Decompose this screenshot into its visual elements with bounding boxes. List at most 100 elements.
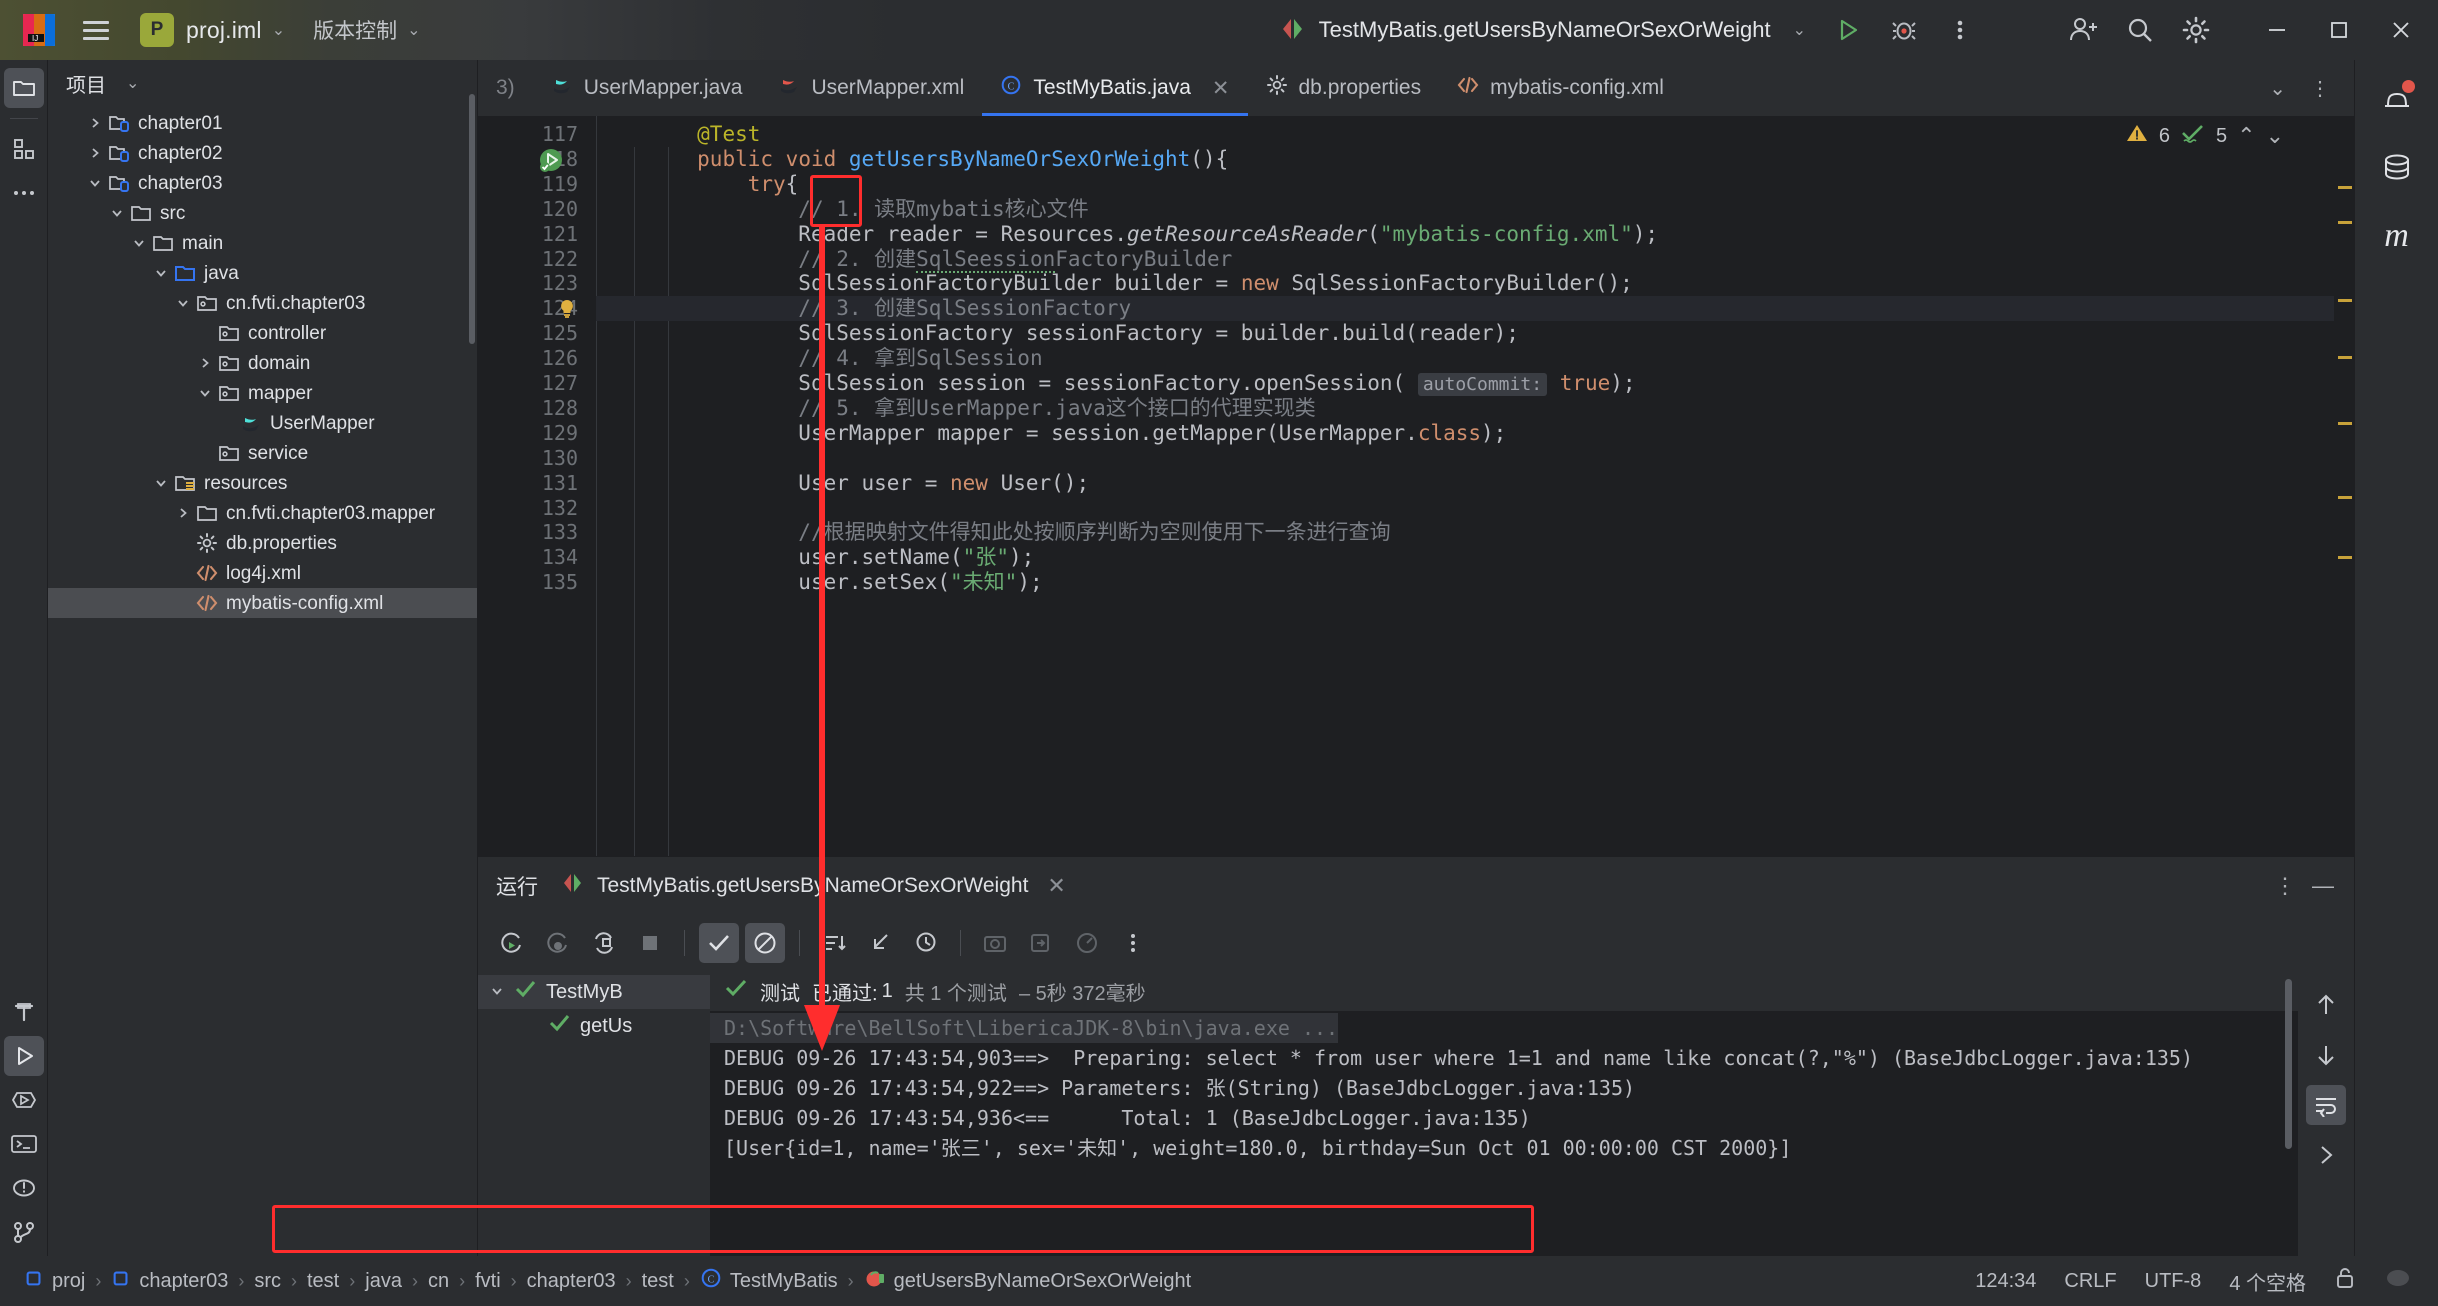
tree-node[interactable]: log4j.xml xyxy=(48,558,477,588)
breadcrumb[interactable]: proj › chapter03 › src › test › java › cn › fvti › cha… xyxy=(16,1267,1199,1295)
maximize-button[interactable] xyxy=(2308,2,2370,58)
database-tool-window-icon[interactable] xyxy=(2371,142,2423,194)
read-only-lock-icon[interactable] xyxy=(2334,1266,2356,1296)
test-history-button[interactable] xyxy=(906,923,946,963)
caret-position-indicator[interactable]: 124:34 xyxy=(1975,1270,2036,1293)
breadcrumb-item[interactable]: test xyxy=(299,1270,347,1293)
close-button[interactable] xyxy=(2370,2,2432,58)
debug-tool-window-icon[interactable] xyxy=(4,1080,44,1120)
project-panel-chevron-down-icon[interactable]: ⌄ xyxy=(126,73,139,93)
project-tool-window-icon[interactable] xyxy=(3,68,44,108)
rerun-failed-button[interactable] xyxy=(538,923,578,963)
project-tree-scrollbar[interactable] xyxy=(469,94,475,344)
memory-indicator[interactable] xyxy=(2384,1265,2412,1297)
line-separator-indicator[interactable]: CRLF xyxy=(2064,1270,2116,1293)
error-stripe-markers[interactable] xyxy=(2334,116,2354,856)
export-screenshot-button[interactable] xyxy=(975,923,1015,963)
code-editor[interactable]: 6 5 ⌃ ⌄ 11711811912012112212312412512612… xyxy=(478,116,2354,856)
tree-expand-arrow-icon[interactable] xyxy=(84,176,106,190)
test-results-tree[interactable]: TestMyB getUs xyxy=(478,971,710,1256)
breadcrumb-item[interactable]: java xyxy=(357,1270,410,1293)
notifications-bell-icon[interactable] xyxy=(2371,74,2423,126)
run-button[interactable] xyxy=(1824,6,1872,54)
tabs-more-actions-icon[interactable]: ⋮ xyxy=(2300,76,2340,101)
tree-node[interactable]: resources xyxy=(48,468,477,498)
scroll-up-icon[interactable] xyxy=(2306,985,2346,1025)
tree-node[interactable]: controller xyxy=(48,318,477,348)
breadcrumb-item[interactable]: test xyxy=(634,1270,682,1293)
rerun-button[interactable] xyxy=(492,923,532,963)
console-scrollbar[interactable] xyxy=(2285,979,2292,1149)
editor-tab[interactable]: db.properties xyxy=(1248,60,1440,116)
tree-expand-arrow-icon[interactable] xyxy=(150,266,172,280)
project-name-label[interactable]: proj.iml xyxy=(186,17,262,44)
soft-wrap-icon[interactable] xyxy=(2306,1085,2346,1125)
tree-expand-arrow-icon[interactable] xyxy=(128,236,150,250)
run-tab-close-icon[interactable]: ✕ xyxy=(1047,873,1065,899)
tree-node[interactable]: db.properties xyxy=(48,528,477,558)
stop-button[interactable] xyxy=(630,923,670,963)
tree-node[interactable]: main xyxy=(48,228,477,258)
tree-node[interactable]: mapper xyxy=(48,378,477,408)
breadcrumb-item[interactable]: cn xyxy=(420,1270,457,1293)
version-control-tool-window-icon[interactable] xyxy=(4,1212,44,1252)
tree-expand-arrow-icon[interactable] xyxy=(172,296,194,310)
tree-expand-arrow-icon[interactable] xyxy=(84,146,106,160)
breadcrumb-item[interactable]: getUsersByNameOrSexOrWeight xyxy=(856,1267,1200,1295)
run-configuration-selector[interactable]: TestMyBatis.getUsersByNameOrSexOrWeight … xyxy=(1279,16,1806,44)
tree-node[interactable]: cn.fvti.chapter03.mapper xyxy=(48,498,477,528)
tree-node[interactable]: src xyxy=(48,198,477,228)
tree-node[interactable]: service xyxy=(48,438,477,468)
terminal-tool-window-icon[interactable] xyxy=(4,1124,44,1164)
breadcrumb-item[interactable]: chapter03 xyxy=(103,1268,236,1294)
error-stripe-mark[interactable] xyxy=(2338,299,2352,302)
more-tool-windows-icon[interactable] xyxy=(4,173,44,213)
run-console[interactable]: 测试 已通过: 1 共 1 个测试 – 5秒 372毫秒 D:\Software… xyxy=(710,971,2354,1256)
editor-tab[interactable]: mybatis-config.xml xyxy=(1439,60,1682,116)
error-stripe-mark[interactable] xyxy=(2338,186,2352,189)
tree-node[interactable]: cn.fvti.chapter03 xyxy=(48,288,477,318)
build-hammer-icon[interactable] xyxy=(4,992,44,1032)
run-panel-hide-icon[interactable]: — xyxy=(2312,873,2334,899)
expand-console-icon[interactable] xyxy=(2306,1135,2346,1175)
editor-tab[interactable]: UserMapper.xml xyxy=(760,60,982,116)
search-icon[interactable] xyxy=(2116,6,2164,54)
test-tree-expand-arrow-icon[interactable] xyxy=(490,981,504,1004)
test-coverage-button[interactable] xyxy=(1067,923,1107,963)
tree-expand-arrow-icon[interactable] xyxy=(106,206,128,220)
editor-tab[interactable]: C TestMyBatis.java ✕ xyxy=(982,60,1248,116)
breadcrumb-item[interactable]: src xyxy=(246,1270,289,1293)
tabs-list-chevron-down-icon[interactable]: ⌄ xyxy=(2259,76,2296,101)
import-tests-button[interactable] xyxy=(1021,923,1061,963)
run-panel-options-icon[interactable]: ⋮ xyxy=(2274,873,2296,899)
vcs-chevron-down-icon[interactable]: ⌄ xyxy=(407,20,420,40)
next-problem-icon[interactable]: ⌄ xyxy=(2266,123,2284,149)
tree-node[interactable]: chapter02 xyxy=(48,138,477,168)
gutter-run-test-icon[interactable] xyxy=(536,145,566,180)
breadcrumb-item[interactable]: fvti xyxy=(467,1270,509,1293)
tree-node[interactable]: chapter01 xyxy=(48,108,477,138)
tree-expand-arrow-icon[interactable] xyxy=(172,506,194,520)
test-tree-node[interactable]: TestMyB xyxy=(478,975,710,1009)
breadcrumb-item[interactable]: proj xyxy=(16,1268,93,1294)
editor-gutter[interactable]: 1171181191201211221231241251261271281291… xyxy=(478,116,596,856)
inspection-widget[interactable]: 6 5 ⌃ ⌄ xyxy=(2125,122,2284,150)
tree-expand-arrow-icon[interactable] xyxy=(84,116,106,130)
indent-indicator[interactable]: 4 个空格 xyxy=(2229,1267,2306,1296)
settings-gear-icon[interactable] xyxy=(2172,6,2220,54)
tab-close-icon[interactable]: ✕ xyxy=(1212,76,1230,101)
show-passed-button[interactable] xyxy=(699,923,739,963)
breadcrumb-item[interactable]: C TestMyBatis xyxy=(692,1267,846,1295)
more-actions-button[interactable] xyxy=(1936,6,1984,54)
breadcrumb-item[interactable]: chapter03 xyxy=(519,1270,624,1293)
project-tree[interactable]: chapter01 chapter02 chapter03 src main java… xyxy=(48,106,477,1256)
tree-expand-arrow-icon[interactable] xyxy=(194,356,216,370)
error-stripe-mark[interactable] xyxy=(2338,221,2352,224)
error-stripe-mark[interactable] xyxy=(2338,422,2352,425)
tree-node[interactable]: domain xyxy=(48,348,477,378)
structure-tool-window-icon[interactable] xyxy=(4,129,44,169)
main-menu-button[interactable] xyxy=(74,8,118,52)
tree-node[interactable]: mybatis-config.xml xyxy=(48,588,477,618)
run-config-chevron-down-icon[interactable]: ⌄ xyxy=(1793,20,1806,40)
scroll-down-icon[interactable] xyxy=(2306,1035,2346,1075)
